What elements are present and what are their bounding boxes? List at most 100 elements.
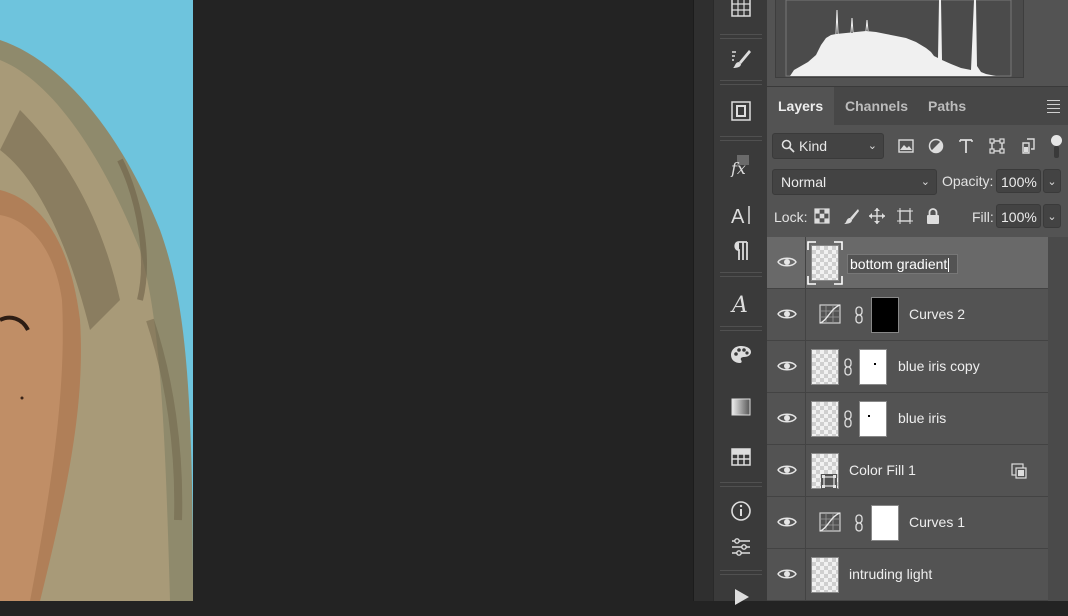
lock-position-icon[interactable] — [868, 207, 886, 225]
layers-list: bottom gradient Curves 2 blue iris copy — [767, 237, 1048, 601]
tab-layers[interactable]: Layers — [767, 87, 835, 125]
lock-all-icon[interactable] — [924, 207, 942, 225]
histogram-display — [775, 0, 1024, 78]
lock-artboard-icon[interactable] — [896, 207, 914, 225]
lock-transparent-pixels-icon[interactable] — [813, 207, 831, 225]
paragraph-icon[interactable] — [722, 232, 760, 270]
document-canvas[interactable] — [0, 0, 693, 601]
fill-input[interactable]: 100% — [996, 204, 1041, 228]
dock-separator — [720, 136, 762, 141]
info-icon[interactable] — [722, 492, 760, 530]
svg-text:A: A — [731, 206, 745, 227]
smart-object-badge-icon — [1011, 463, 1027, 479]
visibility-column-divider — [805, 393, 806, 444]
blend-opacity-row: Normal ⌄ Opacity: 100% ⌄ — [767, 167, 1068, 197]
actions-icon[interactable] — [722, 578, 760, 616]
brush-settings-icon[interactable] — [722, 40, 760, 78]
selected-thumbnail-frame — [807, 241, 843, 285]
layer-name: blue iris copy — [898, 358, 980, 374]
filter-adjustment-icon[interactable] — [926, 136, 946, 156]
layer-mask-thumbnail[interactable] — [871, 505, 899, 541]
svg-text:A: A — [730, 293, 748, 315]
opacity-label: Opacity: — [942, 173, 994, 189]
layer-row-blue-iris[interactable]: blue iris — [767, 393, 1048, 445]
adjustments-icon[interactable] — [722, 528, 760, 566]
layer-name-edit-field[interactable]: bottom gradient — [847, 254, 959, 274]
layer-row-color-fill-1[interactable]: Color Fill 1 — [767, 445, 1048, 497]
link-icon[interactable] — [854, 306, 864, 324]
layer-name: blue iris — [898, 410, 947, 426]
eye-icon[interactable] — [777, 255, 797, 269]
link-icon[interactable] — [843, 410, 853, 428]
curves-adjustment-icon — [819, 304, 841, 324]
eye-icon[interactable] — [777, 567, 797, 581]
visibility-column-divider — [805, 289, 806, 340]
layer-row-curves-2[interactable]: Curves 2 — [767, 289, 1048, 341]
panel-tabs: Layers Channels Paths — [767, 86, 1068, 125]
photo-image[interactable] — [0, 0, 193, 601]
histogram-icon[interactable] — [722, 0, 760, 26]
opacity-input[interactable]: 100% — [996, 169, 1041, 193]
clone-source-icon[interactable] — [722, 92, 760, 130]
eye-icon[interactable] — [777, 411, 797, 425]
opacity-slider-toggle[interactable]: ⌄ — [1043, 169, 1061, 193]
eye-icon[interactable] — [777, 307, 797, 321]
svg-text:fx: fx — [730, 159, 746, 177]
layer-thumbnail[interactable] — [811, 557, 839, 593]
panel-dock-edge — [693, 0, 714, 601]
layer-thumbnail[interactable] — [811, 349, 839, 385]
dock-separator — [720, 272, 762, 277]
filter-kind-dropdown[interactable]: Kind ⌄ — [772, 133, 884, 159]
gradients-icon[interactable] — [722, 388, 760, 426]
lock-image-pixels-icon[interactable] — [842, 207, 860, 225]
layer-thumbnail[interactable] — [811, 453, 839, 489]
tab-paths[interactable]: Paths — [917, 87, 977, 125]
character-icon[interactable]: A — [722, 196, 760, 234]
layers-scrollbar[interactable] — [1048, 237, 1068, 601]
blend-mode-value: Normal — [781, 174, 827, 190]
dock-separator — [720, 482, 762, 487]
layer-row-curves-1[interactable]: Curves 1 — [767, 497, 1048, 549]
tab-channels[interactable]: Channels — [834, 87, 919, 125]
curves-adjustment-icon — [819, 512, 841, 532]
eye-icon[interactable] — [777, 463, 797, 477]
panel-icon-dock: fx A A — [713, 0, 768, 605]
glyphs-icon[interactable]: A — [722, 284, 760, 322]
swatches-icon[interactable] — [722, 336, 760, 374]
layer-name: intruding light — [849, 566, 933, 582]
eye-icon[interactable] — [777, 359, 797, 373]
layer-name: Curves 1 — [909, 514, 966, 530]
filter-toggle-track — [1054, 146, 1059, 158]
dock-separator — [720, 326, 762, 331]
layer-thumbnail[interactable] — [811, 401, 839, 437]
link-icon[interactable] — [843, 358, 853, 376]
layer-mask-thumbnail[interactable] — [859, 349, 887, 385]
search-icon — [781, 139, 795, 153]
link-icon[interactable] — [854, 514, 864, 532]
visibility-column-divider — [805, 445, 806, 496]
layer-mask-thumbnail[interactable] — [859, 401, 887, 437]
layer-name: bottom gradient — [850, 256, 948, 272]
patterns-icon[interactable] — [722, 438, 760, 476]
layer-row-bottom-gradient[interactable]: bottom gradient — [767, 237, 1048, 289]
shape-vector-icon — [821, 474, 837, 489]
visibility-column-divider — [805, 341, 806, 392]
layer-row-intruding-light[interactable]: intruding light — [767, 549, 1048, 601]
filter-type-icon[interactable] — [956, 136, 976, 156]
filter-kind-label: Kind — [799, 138, 828, 154]
filter-toggle-switch[interactable] — [1051, 135, 1062, 146]
eye-icon[interactable] — [777, 515, 797, 529]
layer-row-blue-iris-copy[interactable]: blue iris copy — [767, 341, 1048, 393]
layer-mask-thumbnail[interactable] — [871, 297, 899, 333]
filter-shape-icon[interactable] — [987, 136, 1007, 156]
styles-icon[interactable]: fx — [722, 146, 760, 184]
fill-label: Fill: — [972, 209, 994, 225]
layer-name: Color Fill 1 — [849, 462, 916, 478]
layer-name: Curves 2 — [909, 306, 966, 322]
fill-slider-toggle[interactable]: ⌄ — [1043, 204, 1061, 228]
text-caret — [948, 258, 950, 273]
filter-pixel-icon[interactable] — [896, 136, 916, 156]
blend-mode-dropdown[interactable]: Normal ⌄ — [772, 169, 937, 195]
panel-menu-icon[interactable] — [1047, 100, 1060, 116]
filter-smart-object-icon[interactable] — [1018, 136, 1038, 156]
